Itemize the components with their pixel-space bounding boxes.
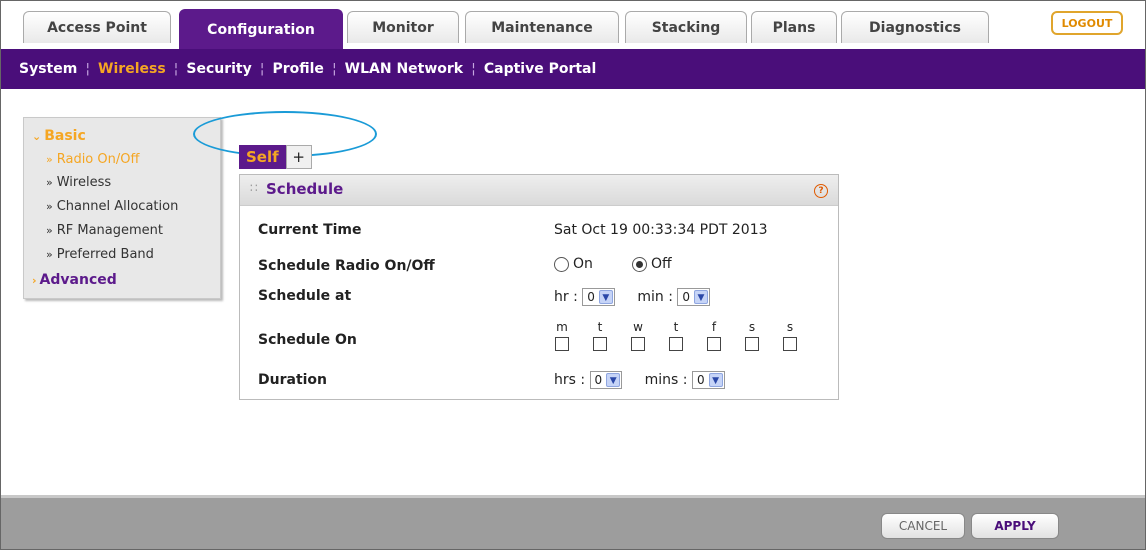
sidebar-basic-header[interactable]: ⌄ Basic [32,128,86,144]
schedule-on-label: Schedule On [258,332,357,348]
current-time-label: Current Time [258,222,362,238]
radio-off[interactable] [632,256,647,272]
subnav-wireless[interactable]: Wireless [98,61,166,77]
duration-controls: hrs : 0 ▼ mins : 0 ▼ [554,371,725,389]
tab-maintenance[interactable]: Maintenance [465,11,619,43]
day-friday-checkbox[interactable] [707,337,721,351]
radio-on-option[interactable]: On [554,256,593,272]
schedule-panel-header: ∷ Schedule ? [240,175,838,206]
chevron-down-icon: ▼ [694,290,709,304]
sidebar-item-label: Radio On/Off [56,152,140,167]
subnav-separator: ¦ [85,61,91,77]
day-monday-checkbox[interactable] [555,337,569,351]
sidebar: ⌄ Basic » Radio On/Off » Wireless » Channel … [23,117,221,299]
apply-button[interactable]: APPLY [971,513,1059,539]
double-chevron-right-icon: » [46,176,53,189]
sidebar-advanced-label: Advanced [39,272,117,288]
sidebar-item-wireless[interactable]: » Wireless [46,175,111,190]
sidebar-item-label: Wireless [56,175,112,190]
mins-label: mins : [644,372,688,388]
day-friday-label: f [711,320,717,334]
schedule-radio-label: Schedule Radio On/Off [258,258,435,274]
day-sunday-checkbox[interactable] [783,337,797,351]
sidebar-item-preferred-band[interactable]: » Preferred Band [46,247,154,262]
tab-diagnostics[interactable]: Diagnostics [841,11,989,43]
mins-select[interactable]: 0 ▼ [691,371,725,389]
schedule-panel: ∷ Schedule ? Current Time Sat Oct 19 00:… [239,174,839,400]
day-monday-label: m [556,320,568,334]
sidebar-advanced-header[interactable]: › Advanced [32,272,117,288]
hrs-select[interactable]: 0 ▼ [589,371,623,389]
sidebar-item-rf-management[interactable]: » RF Management [46,223,163,238]
logout-button[interactable]: LOGOUT [1051,11,1123,35]
ap-self-tab-group: Self + [239,145,312,169]
help-icon[interactable]: ? [814,184,828,198]
sidebar-item-channel-allocation[interactable]: » Channel Allocation [46,199,178,214]
tab-configuration[interactable]: Configuration [179,9,343,49]
hrs-value: 0 [594,373,603,387]
add-tab-button[interactable]: + [285,145,312,169]
chevron-down-icon: ⌄ [32,130,42,143]
radio-off-option[interactable]: Off [632,256,672,272]
cancel-button[interactable]: CANCEL [881,513,965,539]
subnav-separator: ¦ [471,61,476,77]
radio-on[interactable] [554,256,569,272]
sidebar-basic-label: Basic [44,128,86,144]
tab-access-point[interactable]: Access Point [23,11,171,43]
hr-value: 0 [587,290,595,304]
subnav-captive-portal[interactable]: Captive Portal [484,61,596,77]
schedule-at-label: Schedule at [258,288,352,304]
day-tuesday-label: t [597,320,603,334]
current-time-value: Sat Oct 19 00:33:34 PDT 2013 [554,222,768,238]
chevron-down-icon: ▼ [708,373,723,387]
day-saturday-label: s [748,320,756,334]
chevron-down-icon: ▼ [598,290,613,304]
subnav-separator: ¦ [173,61,179,77]
day-tuesday-checkbox[interactable] [593,337,607,351]
day-wednesday-label: w [633,320,643,334]
hr-select[interactable]: 0 ▼ [582,288,615,306]
min-label: min : [637,289,673,305]
double-chevron-right-icon: » [46,248,53,261]
top-tab-bar: Access Point Configuration Monitor Maint… [1,1,1145,49]
tab-monitor[interactable]: Monitor [347,11,459,43]
day-thursday-checkbox[interactable] [669,337,683,351]
day-sunday-label: s [786,320,794,334]
min-value: 0 [682,290,691,304]
subnav-separator: ¦ [259,61,265,77]
subnav-system[interactable]: System [19,61,77,77]
sub-navigation: System ¦ Wireless ¦ Security ¦ Profile ¦… [1,49,1145,89]
hrs-label: hrs : [554,372,586,388]
footer-bar: CANCEL APPLY [1,495,1145,549]
sidebar-item-radio-on-off[interactable]: » Radio On/Off [46,152,139,167]
radio-off-label: Off [651,256,672,272]
double-chevron-right-icon: » [46,200,53,213]
subnav-security[interactable]: Security [186,61,251,77]
schedule-title: Schedule [266,180,344,198]
app-frame: Access Point Configuration Monitor Maint… [0,0,1146,550]
double-chevron-right-icon: » [46,224,53,237]
sidebar-item-label: Preferred Band [56,247,154,262]
subnav-profile[interactable]: Profile [272,61,323,77]
duration-label: Duration [258,372,328,388]
mins-value: 0 [696,373,705,387]
sidebar-item-label: Channel Allocation [56,199,179,214]
radio-on-label: On [573,256,593,272]
day-wednesday-checkbox[interactable] [631,337,645,351]
tab-stacking[interactable]: Stacking [625,11,747,43]
chevron-right-icon: › [32,274,37,287]
day-thursday-label: t [673,320,679,334]
sidebar-item-label: RF Management [56,223,164,238]
self-tab[interactable]: Self [239,145,286,169]
subnav-separator: ¦ [331,61,337,77]
double-chevron-right-icon: » [46,153,53,166]
tab-plans[interactable]: Plans [751,11,837,43]
hr-label: hr : [554,289,578,305]
subnav-wlan-network[interactable]: WLAN Network [345,61,463,77]
schedule-at-controls: hr : 0 ▼ min : 0 ▼ [554,288,711,306]
day-saturday-checkbox[interactable] [745,337,759,351]
min-select[interactable]: 0 ▼ [677,288,711,306]
grip-icon: ∷ [250,181,258,195]
chevron-down-icon: ▼ [606,373,621,387]
